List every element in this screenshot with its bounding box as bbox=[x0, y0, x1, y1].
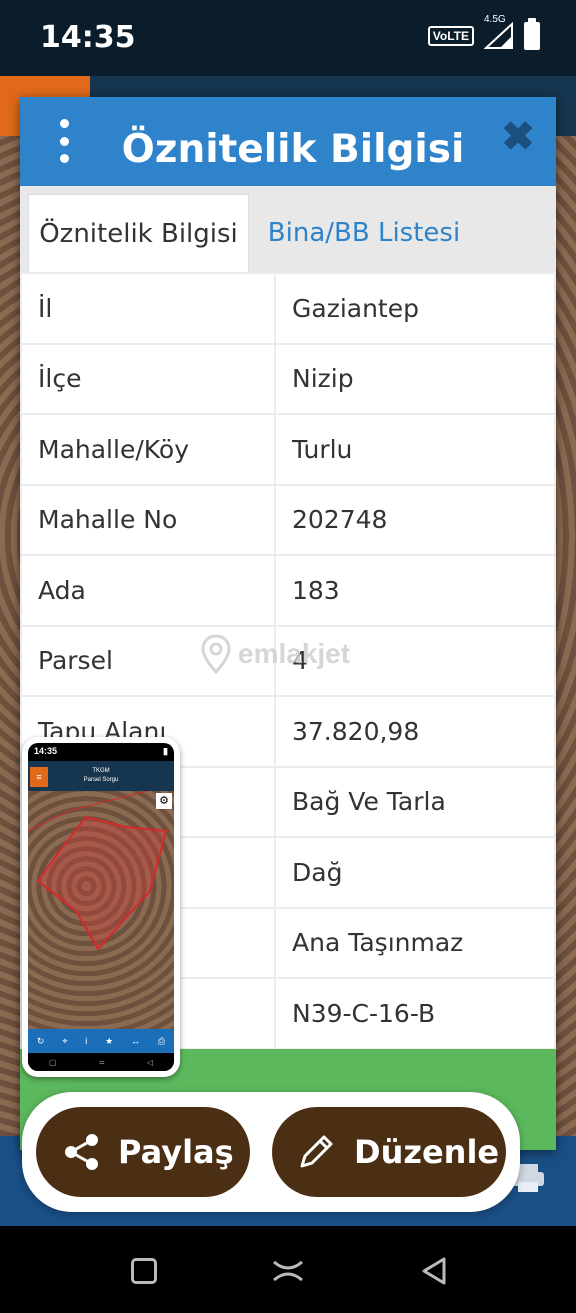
row-value: Nizip bbox=[274, 342, 556, 415]
row-value: N39-C-16-B bbox=[274, 977, 556, 1050]
preview-nav-bar: ▢ ≍ ◁ bbox=[28, 1053, 174, 1071]
table-row: Mahalle/Köy Turlu bbox=[20, 413, 556, 486]
row-key: Mahalle/Köy bbox=[20, 413, 276, 486]
battery-icon bbox=[524, 18, 540, 50]
edit-button[interactable]: Düzenle bbox=[272, 1107, 506, 1197]
preview-map: ⚙ bbox=[28, 791, 174, 1029]
preview-header: ≡ TKGM Parsel Sorgu bbox=[28, 761, 174, 791]
status-time: 14:35 bbox=[40, 20, 136, 55]
recent-apps-icon[interactable] bbox=[131, 1258, 157, 1284]
status-bar: 14:35 VoLTE 4.5G bbox=[0, 0, 576, 76]
preview-subtitle: Parsel Sorgu bbox=[83, 777, 119, 783]
star-icon: ★ bbox=[105, 1035, 114, 1046]
row-value: 202748 bbox=[274, 483, 556, 556]
info-icon: i bbox=[85, 1036, 88, 1046]
preview-screen: 14:35 ▮ ≡ TKGM Parsel Sorgu ⚙ ↻ ⌖ i ★ ↔ ⎙ ▢ ≍ ◁ bbox=[28, 743, 174, 1071]
table-row: Ada 183 bbox=[20, 554, 556, 627]
row-value: 37.820,98 bbox=[274, 695, 556, 768]
row-value: Bağ Ve Tarla bbox=[274, 765, 556, 838]
system-nav-bar bbox=[0, 1226, 576, 1313]
locate-icon: ⌖ bbox=[62, 1035, 68, 1046]
tab-attribute-info[interactable]: Öznitelik Bilgisi bbox=[28, 194, 249, 272]
preview-status-bar: 14:35 ▮ bbox=[28, 743, 174, 761]
preview-battery-icon: ▮ bbox=[163, 746, 168, 756]
volte-icon: VoLTE bbox=[427, 26, 474, 46]
signal-icon: 4.5G bbox=[483, 14, 514, 50]
row-value: Gaziantep bbox=[274, 272, 556, 345]
row-key: İlçe bbox=[20, 342, 276, 415]
share-label: Paylaş bbox=[118, 1133, 234, 1171]
edit-label: Düzenle bbox=[354, 1133, 500, 1171]
table-row: İlçe Nizip bbox=[20, 342, 556, 415]
action-bar: Paylaş Düzenle bbox=[22, 1092, 520, 1212]
row-key: İl bbox=[20, 272, 276, 345]
row-value: Dağ bbox=[274, 836, 556, 909]
parcel-outline bbox=[28, 791, 168, 951]
share-icon bbox=[65, 1134, 98, 1170]
watermark: emlakjet bbox=[200, 634, 350, 674]
location-pin-icon bbox=[201, 634, 231, 674]
network-type: 4.5G bbox=[484, 14, 506, 25]
watermark-text: emlakjet bbox=[238, 638, 351, 669]
status-icons: VoLTE 4.5G bbox=[427, 14, 540, 50]
pencil-icon bbox=[300, 1135, 333, 1168]
share-button[interactable]: Paylaş bbox=[36, 1107, 250, 1197]
preview-toolbar: ↻ ⌖ i ★ ↔ ⎙ bbox=[28, 1029, 174, 1053]
preview-time: 14:35 bbox=[34, 746, 58, 756]
row-key: Mahalle No bbox=[20, 483, 276, 556]
row-value: Turlu bbox=[274, 413, 556, 486]
back-icon[interactable] bbox=[420, 1256, 448, 1286]
dialog-title: Öznitelik Bilgisi bbox=[121, 127, 465, 172]
refresh-icon: ↻ bbox=[36, 1035, 45, 1046]
dialog-header: Öznitelik Bilgisi ✖ bbox=[20, 97, 556, 186]
print-icon: ⎙ bbox=[157, 1035, 166, 1046]
close-icon[interactable]: ✖ bbox=[500, 117, 536, 157]
preview-title: TKGM bbox=[92, 768, 110, 774]
preview-menu-icon: ≡ bbox=[30, 767, 48, 787]
tab-bar: Öznitelik Bilgisi Bina/BB Listesi bbox=[20, 186, 556, 272]
gear-icon: ⚙ bbox=[156, 793, 172, 809]
table-row: Mahalle No 202748 bbox=[20, 483, 556, 556]
row-value: Ana Taşınmaz bbox=[274, 906, 556, 979]
table-row: İl Gaziantep bbox=[20, 272, 556, 345]
row-value: 183 bbox=[274, 554, 556, 627]
tab-building-list[interactable]: Bina/BB Listesi bbox=[249, 194, 479, 272]
row-key: Ada bbox=[20, 554, 276, 627]
home-icon[interactable] bbox=[272, 1256, 304, 1286]
preview-thumbnail[interactable]: 14:35 ▮ ≡ TKGM Parsel Sorgu ⚙ ↻ ⌖ i ★ ↔ ⎙ ▢ ≍ ◁ bbox=[22, 737, 180, 1077]
measure-icon: ↔ bbox=[131, 1036, 140, 1046]
